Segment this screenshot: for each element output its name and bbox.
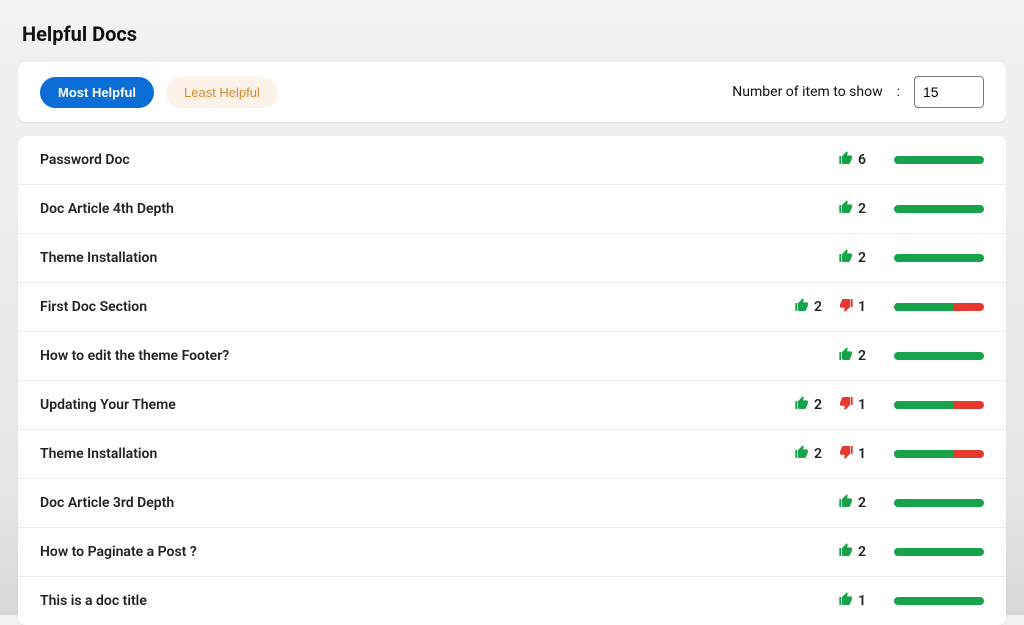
upvote: 2: [794, 444, 822, 464]
votes: 2: [786, 346, 866, 366]
votes: 2: [786, 542, 866, 562]
list-item[interactable]: How to Paginate a Post ? 2: [18, 528, 1006, 577]
thumb-up-icon: [794, 395, 810, 415]
thumb-down-icon: [838, 444, 854, 464]
upvote: 6: [838, 150, 866, 170]
tab-least-helpful[interactable]: Least Helpful: [166, 77, 278, 108]
doc-title: Updating Your Theme: [40, 397, 786, 413]
votes: 1: [786, 591, 866, 611]
ratio-bar: [894, 254, 984, 262]
thumb-up-icon: [838, 199, 854, 219]
thumb-up-icon: [794, 297, 810, 317]
doc-title: How to Paginate a Post ?: [40, 544, 786, 560]
ratio-bar: [894, 401, 984, 409]
ratio-bar-up: [894, 548, 984, 556]
votes: 21: [786, 444, 866, 464]
upvote-count: 2: [814, 397, 822, 413]
upvote-count: 2: [858, 250, 866, 266]
downvote: 1: [838, 297, 866, 317]
ratio-bar-up: [894, 597, 984, 605]
downvote-count: 1: [858, 299, 866, 315]
docs-list: Password Doc6Doc Article 4th Depth2Theme…: [18, 136, 1006, 625]
ratio-bar: [894, 548, 984, 556]
downvote: 1: [838, 395, 866, 415]
ratio-bar: [894, 156, 984, 164]
upvote: 1: [838, 591, 866, 611]
ratio-bar: [894, 352, 984, 360]
ratio-bar-up: [894, 254, 984, 262]
ratio-bar-up: [894, 303, 954, 311]
upvote-count: 2: [858, 201, 866, 217]
ratio-bar: [894, 205, 984, 213]
doc-title: First Doc Section: [40, 299, 786, 315]
doc-title: Theme Installation: [40, 250, 786, 266]
list-item[interactable]: Theme Installation 2: [18, 234, 1006, 283]
ratio-bar-up: [894, 401, 954, 409]
upvote: 2: [838, 493, 866, 513]
upvote: 2: [838, 542, 866, 562]
ratio-bar: [894, 597, 984, 605]
thumb-up-icon: [838, 542, 854, 562]
doc-title: Doc Article 4th Depth: [40, 201, 786, 217]
ratio-bar-up: [894, 156, 984, 164]
downvote-count: 1: [858, 397, 866, 413]
votes: 21: [786, 395, 866, 415]
upvote-count: 2: [814, 446, 822, 462]
doc-title: Password Doc: [40, 152, 786, 168]
thumb-up-icon: [794, 444, 810, 464]
list-item[interactable]: Password Doc 6: [18, 136, 1006, 185]
items-input[interactable]: [914, 76, 984, 108]
upvote-count: 2: [858, 544, 866, 560]
upvote: 2: [838, 199, 866, 219]
upvote-count: 6: [858, 152, 866, 168]
thumb-up-icon: [838, 493, 854, 513]
list-item[interactable]: This is a doc title 1: [18, 577, 1006, 625]
doc-title: Doc Article 3rd Depth: [40, 495, 786, 511]
list-item[interactable]: Theme Installation21: [18, 430, 1006, 479]
upvote-count: 2: [858, 495, 866, 511]
upvote-count: 2: [858, 348, 866, 364]
ratio-bar-up: [894, 450, 954, 458]
tab-most-helpful[interactable]: Most Helpful: [40, 77, 154, 108]
ratio-bar: [894, 499, 984, 507]
list-item[interactable]: Doc Article 3rd Depth 2: [18, 479, 1006, 528]
upvote: 2: [794, 297, 822, 317]
votes: 6: [786, 150, 866, 170]
items-control: Number of item to show :: [732, 76, 984, 108]
downvote: 1: [838, 444, 866, 464]
doc-title: How to edit the theme Footer?: [40, 348, 786, 364]
items-label: Number of item to show: [732, 84, 882, 100]
votes: 2: [786, 493, 866, 513]
upvote: 2: [838, 346, 866, 366]
thumb-up-icon: [838, 150, 854, 170]
ratio-bar-up: [894, 205, 984, 213]
votes: 21: [786, 297, 866, 317]
toolbar: Most Helpful Least Helpful Number of ite…: [18, 62, 1006, 122]
thumb-up-icon: [838, 346, 854, 366]
doc-title: Theme Installation: [40, 446, 786, 462]
items-colon: :: [897, 84, 900, 100]
list-item[interactable]: Updating Your Theme21: [18, 381, 1006, 430]
votes: 2: [786, 248, 866, 268]
upvote-count: 2: [814, 299, 822, 315]
ratio-bar: [894, 303, 984, 311]
ratio-bar-up: [894, 499, 984, 507]
upvote: 2: [838, 248, 866, 268]
list-item[interactable]: First Doc Section21: [18, 283, 1006, 332]
page-title: Helpful Docs: [22, 22, 1006, 46]
doc-title: This is a doc title: [40, 593, 786, 609]
list-item[interactable]: How to edit the theme Footer? 2: [18, 332, 1006, 381]
thumb-up-icon: [838, 248, 854, 268]
downvote-count: 1: [858, 446, 866, 462]
tabs: Most Helpful Least Helpful: [40, 77, 278, 108]
thumb-up-icon: [838, 591, 854, 611]
thumb-down-icon: [838, 395, 854, 415]
upvote: 2: [794, 395, 822, 415]
ratio-bar-up: [894, 352, 984, 360]
ratio-bar: [894, 450, 984, 458]
upvote-count: 1: [858, 593, 866, 609]
votes: 2: [786, 199, 866, 219]
list-item[interactable]: Doc Article 4th Depth 2: [18, 185, 1006, 234]
thumb-down-icon: [838, 297, 854, 317]
